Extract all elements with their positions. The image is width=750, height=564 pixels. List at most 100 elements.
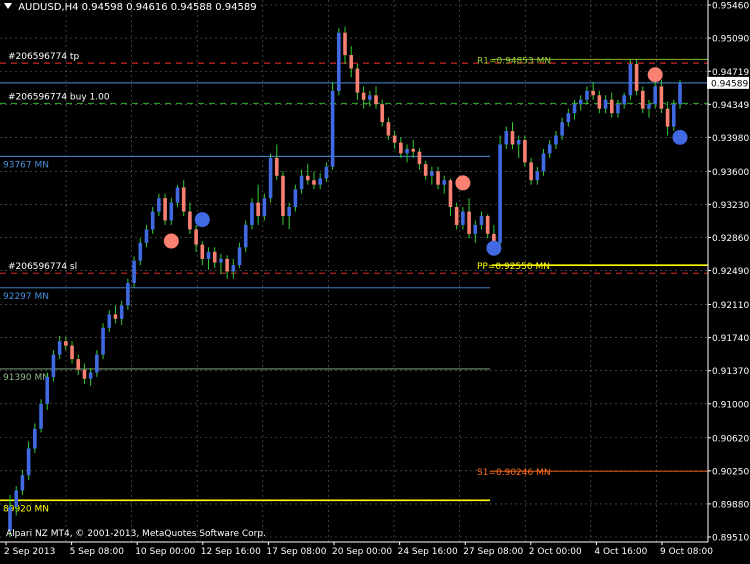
candle-body[interactable] — [324, 166, 329, 179]
candle-body[interactable] — [541, 153, 546, 172]
candle-body[interactable] — [374, 95, 378, 105]
candle-body[interactable] — [355, 68, 360, 93]
candle-body[interactable] — [343, 32, 347, 56]
candle-body[interactable] — [523, 140, 527, 163]
candle-body[interactable] — [287, 207, 291, 217]
candle-body[interactable] — [585, 90, 589, 100]
candle-body[interactable] — [578, 99, 583, 105]
candle-body[interactable] — [628, 64, 633, 96]
candle-body[interactable] — [405, 148, 409, 154]
candle-body[interactable] — [169, 202, 174, 221]
candle-body[interactable] — [119, 305, 124, 319]
candle-body[interactable] — [299, 175, 304, 190]
candle-body[interactable] — [498, 144, 502, 243]
price-chart[interactable]: #206596774 tp #206596774 buy 1.00 #2065967… — [0, 0, 750, 560]
candle-body[interactable] — [485, 216, 490, 234]
candle-body[interactable] — [516, 140, 521, 145]
candle-body[interactable] — [399, 142, 403, 154]
candle-body[interactable] — [461, 211, 465, 225]
candle-body[interactable] — [14, 490, 19, 507]
candle-body[interactable] — [200, 244, 205, 259]
candle-body[interactable] — [113, 314, 118, 319]
candle-body[interactable] — [45, 376, 50, 404]
candle-body[interactable] — [535, 171, 540, 181]
candle-body[interactable] — [293, 189, 298, 208]
candle-body[interactable] — [206, 251, 211, 259]
candle-body[interactable] — [188, 211, 192, 230]
candle-body[interactable] — [479, 216, 484, 225]
candle-body[interactable] — [268, 157, 273, 199]
candle-body[interactable] — [572, 104, 577, 114]
candle-body[interactable] — [386, 122, 391, 136]
candle-body[interactable] — [380, 104, 385, 123]
candle-body[interactable] — [8, 506, 12, 531]
candle-body[interactable] — [175, 187, 180, 203]
candle-body[interactable] — [560, 122, 564, 136]
candle-body[interactable] — [219, 258, 223, 263]
candle-body[interactable] — [150, 211, 155, 230]
candle-body[interactable] — [647, 104, 651, 109]
candle-body[interactable] — [26, 448, 31, 476]
candle-body[interactable] — [144, 229, 149, 243]
candle-body[interactable] — [609, 99, 614, 114]
candle-body[interactable] — [554, 135, 558, 145]
candle-body[interactable] — [51, 354, 56, 377]
candle-body[interactable] — [76, 359, 81, 370]
candle-body[interactable] — [181, 187, 186, 212]
candle-body[interactable] — [510, 131, 515, 145]
candle-body[interactable] — [256, 202, 260, 217]
candle-body[interactable] — [274, 157, 279, 176]
candle-body[interactable] — [243, 224, 248, 248]
candle-body[interactable] — [597, 95, 602, 109]
candle-body[interactable] — [504, 131, 509, 145]
candle-body[interactable] — [33, 428, 37, 449]
candle-body[interactable] — [622, 95, 626, 105]
candle-body[interactable] — [671, 104, 676, 127]
candle-body[interactable] — [659, 86, 664, 109]
candle-body[interactable] — [312, 180, 316, 185]
candle-body[interactable] — [318, 178, 322, 185]
candle-body[interactable] — [281, 175, 285, 217]
candle-body[interactable] — [392, 135, 397, 143]
candle-body[interactable] — [237, 247, 242, 266]
candle-body[interactable] — [70, 345, 74, 360]
candle-body[interactable] — [39, 403, 43, 429]
candle-body[interactable] — [368, 95, 372, 100]
candle-body[interactable] — [225, 258, 229, 272]
candle-body[interactable] — [442, 180, 447, 185]
chart-area[interactable]: #206596774 tp #206596774 buy 1.00 #2065967… — [0, 0, 750, 560]
candle-body[interactable] — [634, 64, 639, 91]
candle-body[interactable] — [665, 108, 670, 127]
candle-body[interactable] — [361, 92, 366, 100]
candle-body[interactable] — [591, 90, 595, 96]
candle-body[interactable] — [88, 372, 93, 379]
candle-body[interactable] — [107, 314, 112, 328]
candle-body[interactable] — [336, 32, 341, 91]
candle-body[interactable] — [529, 162, 533, 181]
candle-body[interactable] — [138, 242, 143, 261]
candle-body[interactable] — [231, 265, 236, 272]
candle-body[interactable] — [212, 251, 217, 263]
candle-body[interactable] — [126, 283, 130, 306]
candle-body[interactable] — [132, 260, 136, 284]
candle-body[interactable] — [467, 211, 471, 234]
candle-body[interactable] — [330, 90, 335, 167]
candle-body[interactable] — [678, 82, 682, 105]
candle-body[interactable] — [82, 369, 87, 379]
candle-body[interactable] — [547, 144, 552, 154]
candle-body[interactable] — [423, 164, 428, 176]
candle-body[interactable] — [64, 341, 68, 346]
candle-body[interactable] — [430, 171, 434, 176]
candle-body[interactable] — [653, 86, 657, 105]
candle-body[interactable] — [57, 341, 62, 355]
candle-body[interactable] — [566, 113, 571, 123]
candle-body[interactable] — [640, 90, 645, 109]
candle-body[interactable] — [305, 175, 310, 181]
candle-body[interactable] — [454, 207, 459, 225]
candle-body[interactable] — [616, 104, 620, 114]
candle-body[interactable] — [194, 229, 198, 245]
candle-body[interactable] — [603, 99, 608, 109]
candle-body[interactable] — [95, 354, 99, 373]
candle-body[interactable] — [101, 327, 105, 355]
candle-body[interactable] — [262, 198, 267, 217]
